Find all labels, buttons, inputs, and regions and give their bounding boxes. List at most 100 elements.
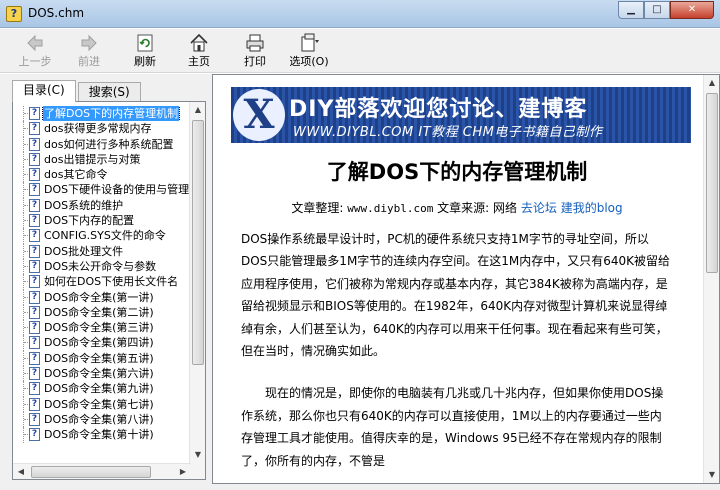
- tree-item-label: DOS命令全集(第六讲): [44, 367, 154, 381]
- scroll-up-icon[interactable]: ▲: [190, 102, 205, 118]
- help-topic-icon: ?: [29, 382, 40, 396]
- tree-item[interactable]: ? DOS下内存的配置: [13, 213, 191, 229]
- tree-item[interactable]: ? DOS命令全集(第六讲): [13, 366, 191, 382]
- scroll-down-icon[interactable]: ▼: [190, 447, 205, 463]
- tree-item[interactable]: ? CONFIG.SYS文件的命令: [13, 228, 191, 244]
- nav-tabs: 目录(C) 搜索(S): [12, 80, 143, 102]
- tree-item[interactable]: ? dos获得更多常规内存: [13, 121, 191, 137]
- print-button[interactable]: 打印: [232, 31, 278, 71]
- tree-item-label: DOS下内存的配置: [44, 214, 135, 228]
- help-topic-icon: ?: [29, 321, 40, 335]
- tree-item[interactable]: ? DOS未公开命令与参数: [13, 258, 191, 275]
- help-topic-icon: ?: [29, 137, 40, 151]
- tree-item[interactable]: ? DOS命令全集(第九讲): [13, 381, 191, 397]
- blog-link[interactable]: 建我的blog: [561, 201, 623, 215]
- diy-logo-icon: X: [233, 89, 285, 141]
- maximize-button[interactable]: □: [644, 1, 670, 19]
- tree-item[interactable]: ? dos出错提示与对策: [13, 151, 191, 168]
- refresh-button[interactable]: 刷新: [122, 31, 168, 71]
- tree-item[interactable]: ? DOS命令全集(第七讲): [13, 396, 191, 412]
- tree-item[interactable]: ? dos如何进行多种系统配置: [13, 136, 191, 152]
- tree-item-label: dos如何进行多种系统配置: [44, 137, 174, 151]
- tree-item[interactable]: ? DOS命令全集(第八讲): [13, 411, 191, 428]
- help-topic-icon: ?: [29, 305, 40, 319]
- tree-item-label: DOS命令全集(第八讲): [44, 412, 154, 426]
- help-topic-icon: ?: [29, 152, 40, 166]
- back-label: 上一步: [18, 55, 52, 68]
- options-button[interactable]: 选项(O): [286, 31, 332, 71]
- home-icon: [190, 33, 208, 52]
- tree-vertical-scrollbar[interactable]: ▲ ▼: [189, 102, 205, 479]
- tree-item-label: CONFIG.SYS文件的命令: [44, 229, 166, 243]
- window-title: DOS.chm: [28, 6, 85, 20]
- print-label: 打印: [244, 55, 266, 68]
- tree-scroll-thumb[interactable]: [192, 120, 204, 365]
- tree-item-label: DOS命令全集(第十讲): [44, 428, 154, 442]
- content-scroll-thumb[interactable]: [706, 93, 718, 273]
- site-banner[interactable]: X DIY部落欢迎您讨论、建博客 WWW.DIYBL.COM IT教程 CHM电…: [231, 87, 691, 143]
- tree-item[interactable]: ? DOS命令全集(第三讲): [13, 320, 191, 336]
- help-topic-icon: ?: [29, 198, 40, 212]
- meta-prefix: 文章整理:: [291, 201, 344, 215]
- tree-item[interactable]: ? DOS命令全集(第二讲): [13, 304, 191, 321]
- forum-link[interactable]: 去论坛: [521, 201, 557, 215]
- tree-item[interactable]: ? DOS命令全集(第四讲): [13, 335, 191, 351]
- content-vertical-scrollbar[interactable]: ▲ ▼: [703, 75, 719, 483]
- tree-items: ? 了解DOS下的内存管理机制? dos获得更多常规内存? dos如何进行多种系统配置…: [13, 106, 191, 443]
- tab-search[interactable]: 搜索(S): [77, 82, 141, 102]
- article-paragraph: 现在的情况是，即使你的电脑装有几兆或几十兆内存，但如果你使用DOS操作系统，那么…: [241, 386, 664, 468]
- article-meta: 文章整理: www.diybl.com 文章来源: 网络 去论坛 建我的blog: [241, 199, 673, 218]
- tree-item-label: DOS命令全集(第三讲): [44, 321, 154, 335]
- help-topic-icon: ?: [29, 122, 40, 136]
- chm-help-icon: ?: [6, 6, 22, 22]
- tree-item[interactable]: ? DOS下硬件设备的使用与管理: [13, 182, 191, 198]
- minimize-button[interactable]: ▁: [618, 1, 644, 19]
- printer-icon: [246, 34, 264, 52]
- scroll-left-icon[interactable]: ◀: [13, 464, 29, 479]
- tree-item[interactable]: ? 如何在DOS下使用长文件名: [13, 274, 191, 290]
- forward-arrow-icon: [81, 34, 97, 52]
- bottom-edge: [0, 484, 720, 490]
- options-label: 选项(O): [289, 55, 329, 68]
- close-button[interactable]: ✕: [670, 1, 714, 19]
- home-button[interactable]: 主页: [176, 31, 222, 71]
- tree-item-label: DOS命令全集(第四讲): [44, 336, 154, 350]
- tree-item-label: dos其它命令: [44, 168, 108, 182]
- options-icon: [301, 33, 319, 52]
- scroll-up-icon[interactable]: ▲: [704, 75, 719, 91]
- tree-hscroll-thumb[interactable]: [31, 466, 151, 478]
- title-bar: ? DOS.chm ▁ □ ✕: [0, 0, 720, 28]
- tree-item[interactable]: ? DOS系统的维护: [13, 197, 191, 214]
- help-topic-icon: ?: [29, 290, 40, 304]
- tree-item-label: DOS命令全集(第七讲): [44, 397, 154, 411]
- back-button[interactable]: 上一步: [12, 31, 58, 71]
- tree-horizontal-scrollbar[interactable]: ◀ ▶: [13, 463, 191, 479]
- help-topic-icon: ?: [29, 259, 40, 273]
- scroll-right-icon[interactable]: ▶: [175, 464, 191, 479]
- tab-contents[interactable]: 目录(C): [12, 80, 76, 102]
- forward-button[interactable]: 前进: [66, 31, 112, 71]
- article-title: 了解DOS下的内存管理机制: [326, 160, 588, 184]
- help-topic-icon: ?: [29, 275, 40, 289]
- tree-item-label: dos出错提示与对策: [44, 152, 141, 166]
- help-topic-icon: ?: [29, 397, 40, 411]
- refresh-label: 刷新: [134, 55, 156, 68]
- tree-item[interactable]: ? DOS批处理文件: [13, 243, 191, 259]
- back-arrow-icon: [27, 34, 43, 52]
- help-topic-icon: ?: [29, 244, 40, 258]
- help-topic-icon: ?: [29, 183, 40, 197]
- tree-item[interactable]: ? dos其它命令: [13, 167, 191, 183]
- help-topic-icon: ?: [29, 107, 40, 120]
- tree-item[interactable]: ? DOS命令全集(第一讲): [13, 289, 191, 305]
- tree-item[interactable]: ? 了解DOS下的内存管理机制: [13, 106, 191, 122]
- tree-item-label: DOS命令全集(第二讲): [44, 305, 154, 319]
- scroll-down-icon[interactable]: ▼: [704, 467, 719, 483]
- meta-site: www.diybl.com: [347, 202, 434, 215]
- tree-item[interactable]: ? DOS命令全集(第五讲): [13, 350, 191, 367]
- navigation-pane: 目录(C) 搜索(S) ? 了解DOS下的内存管理机制? dos获得更多常规内存? d…: [0, 74, 208, 484]
- tree-item[interactable]: ? DOS命令全集(第十讲): [13, 427, 191, 443]
- toolbar: 上一步 前进 刷新 主页 打印 选项(O): [0, 29, 720, 73]
- help-topic-icon: ?: [29, 168, 40, 182]
- banner-url: WWW.DIYBL.COM IT教程 CHM电子书籍自己制作: [293, 125, 603, 140]
- meta-source: 文章来源: 网络: [437, 201, 518, 215]
